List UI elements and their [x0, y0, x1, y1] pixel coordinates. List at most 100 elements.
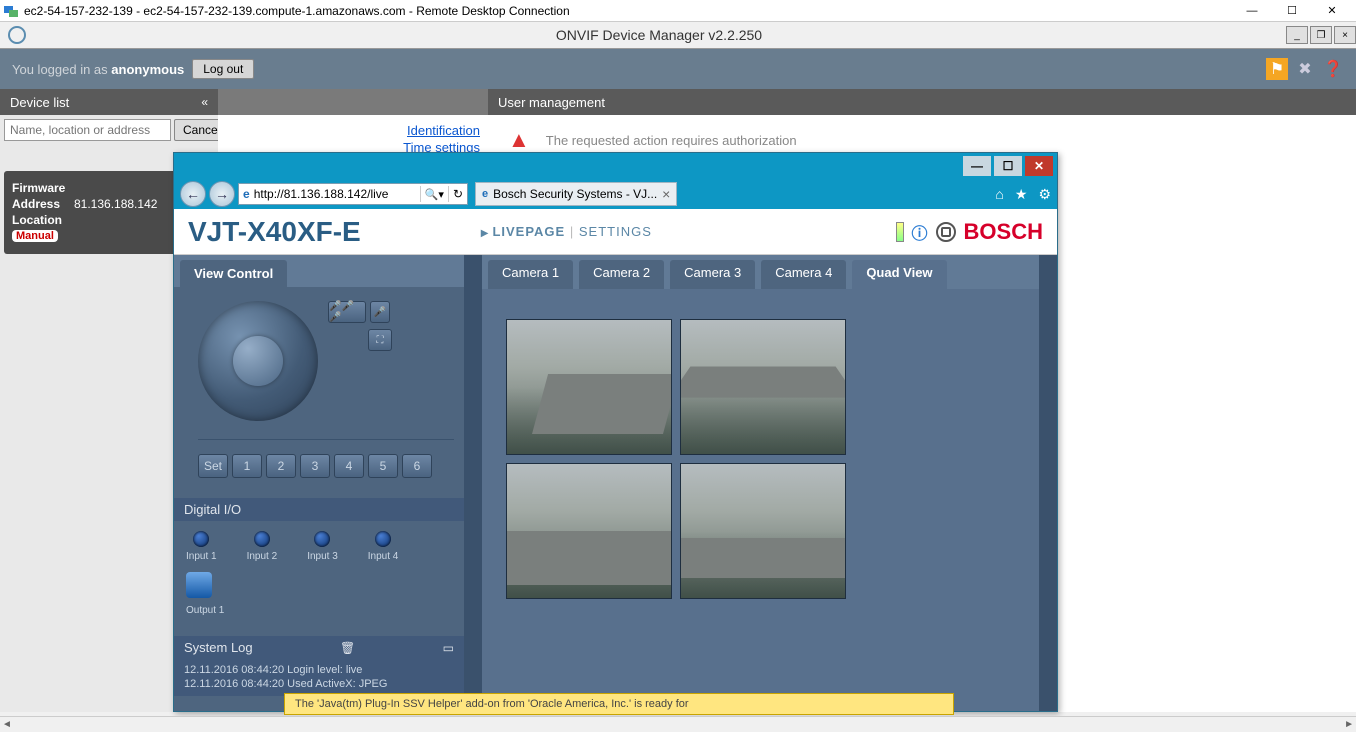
- triangle-icon: ▶: [481, 228, 490, 239]
- logout-button[interactable]: Log out: [192, 59, 254, 79]
- audio-button[interactable]: 🎤🎤🎤: [328, 301, 366, 323]
- tab-favicon-icon: e: [482, 188, 488, 200]
- page-nav: ▶LIVEPAGE | SETTINGS: [481, 224, 652, 239]
- main-scrollbar[interactable]: [1039, 255, 1057, 711]
- device-search-input[interactable]: [4, 119, 171, 141]
- favorites-icon[interactable]: ★: [1015, 186, 1028, 203]
- manual-badge: Manual: [12, 230, 58, 242]
- recording-indicator-icon: [896, 222, 904, 242]
- trash-icon[interactable]: 🗑: [334, 641, 355, 655]
- location-label: Location: [12, 213, 74, 227]
- camera-feed-3[interactable]: [506, 463, 672, 599]
- preset-3-button[interactable]: 3: [300, 454, 330, 478]
- mic-button[interactable]: 🎤: [370, 301, 390, 323]
- input-2: Input 2: [247, 531, 278, 562]
- camera-4-tab[interactable]: Camera 4: [761, 260, 846, 289]
- browser-tab[interactable]: e Bosch Security Systems - VJ... ×: [475, 182, 677, 206]
- preset-5-button[interactable]: 5: [368, 454, 398, 478]
- settings-icon[interactable]: ✖: [1294, 58, 1316, 80]
- preset-1-button[interactable]: 1: [232, 454, 262, 478]
- camera-2-tab[interactable]: Camera 2: [579, 260, 664, 289]
- help-icon[interactable]: ❓: [1322, 58, 1344, 80]
- log-line: 12.11.2016 08:44:20 Login level: live: [184, 663, 454, 677]
- scroll-right-icon[interactable]: ►: [1344, 719, 1354, 730]
- system-log-label: System Log: [184, 640, 253, 655]
- preset-4-button[interactable]: 4: [334, 454, 364, 478]
- onvif-close-button[interactable]: ×: [1334, 26, 1356, 44]
- preset-set-button[interactable]: Set: [198, 454, 228, 478]
- led-icon: [254, 531, 270, 547]
- onvif-minimize-button[interactable]: _: [1286, 26, 1308, 44]
- onvif-maximize-button[interactable]: ❐: [1310, 26, 1332, 44]
- rdp-title: ec2-54-157-232-139 - ec2-54-157-232-139.…: [24, 4, 1232, 18]
- collapse-icon[interactable]: «: [201, 95, 208, 109]
- search-icon[interactable]: 🔍▾: [425, 188, 444, 201]
- onvif-title: ONVIF Device Manager v2.2.250: [34, 27, 1284, 43]
- ie-logo-icon: e: [243, 187, 250, 201]
- main-view-area: Camera 1 Camera 2 Camera 3 Camera 4 Quad…: [482, 255, 1039, 711]
- ie-titlebar: — ☐ ✕: [174, 153, 1057, 179]
- quad-view-grid: [482, 289, 1039, 599]
- login-prefix: You logged in as: [12, 62, 111, 77]
- quad-view-tab[interactable]: Quad View: [852, 260, 946, 289]
- livepage-link[interactable]: LIVEPAGE: [492, 224, 565, 239]
- login-user: anonymous: [111, 62, 184, 77]
- led-icon: [375, 531, 391, 547]
- input-4-label: Input 4: [368, 551, 399, 562]
- tab-close-icon[interactable]: ×: [662, 186, 670, 202]
- home-icon[interactable]: ⌂: [995, 186, 1003, 202]
- identification-link[interactable]: Identification: [226, 123, 480, 138]
- back-button[interactable]: ←: [180, 181, 206, 207]
- info-icon[interactable]: ⓘ: [912, 220, 928, 244]
- address-label: Address: [12, 197, 74, 211]
- output-button-icon[interactable]: [186, 572, 212, 598]
- fullscreen-button[interactable]: ⛶: [368, 329, 392, 351]
- camera-feed-1[interactable]: [506, 319, 672, 455]
- settings-link[interactable]: SETTINGS: [579, 224, 652, 239]
- preset-6-button[interactable]: 6: [402, 454, 432, 478]
- camera-feed-2[interactable]: [680, 319, 846, 455]
- camera-tabs: Camera 1 Camera 2 Camera 3 Camera 4 Quad…: [482, 255, 1039, 289]
- url-text: http://81.136.188.142/live: [254, 187, 416, 201]
- onvif-toolbar: You logged in as anonymous Log out ⚑ ✖ ❓: [0, 49, 1356, 89]
- log-line: 12.11.2016 08:44:20 Used ActiveX: JPEG: [184, 677, 454, 691]
- device-list-label: Device list: [10, 95, 69, 110]
- address-value: 81.136.188.142: [74, 197, 157, 211]
- camera-1-tab[interactable]: Camera 1: [488, 260, 573, 289]
- user-mgmt-header: User management: [488, 89, 1356, 115]
- detail-header: [218, 89, 488, 115]
- device-list-header: Device list «: [0, 89, 218, 115]
- ptz-control-wheel[interactable]: [198, 301, 318, 421]
- sidebar-scrollbar[interactable]: [464, 255, 482, 711]
- ie-minimize-button[interactable]: —: [963, 156, 991, 176]
- rdp-minimize-button[interactable]: —: [1232, 0, 1272, 22]
- horizontal-scrollbar[interactable]: ◄ ►: [0, 716, 1356, 732]
- camera-feed-4[interactable]: [680, 463, 846, 599]
- rdp-maximize-button[interactable]: ☐: [1272, 0, 1312, 22]
- digital-io-header: Digital I/O: [174, 498, 464, 521]
- rdp-close-button[interactable]: ✕: [1312, 0, 1352, 22]
- system-log-body: 12.11.2016 08:44:20 Login level: live 12…: [174, 659, 464, 696]
- tools-icon[interactable]: ⚙: [1038, 186, 1051, 203]
- ie-maximize-button[interactable]: ☐: [994, 156, 1022, 176]
- onvif-titlebar: ONVIF Device Manager v2.2.250 _ ❐ ×: [0, 22, 1356, 49]
- address-bar[interactable]: e http://81.136.188.142/live 🔍▾ ↻: [238, 183, 468, 205]
- preset-2-button[interactable]: 2: [266, 454, 296, 478]
- popup-icon[interactable]: ▭: [437, 641, 454, 655]
- refresh-icon[interactable]: ↻: [453, 187, 463, 201]
- firmware-label: Firmware: [12, 181, 74, 195]
- input-3: Input 3: [307, 531, 338, 562]
- led-icon: [193, 531, 209, 547]
- tab-title: Bosch Security Systems - VJ...: [493, 187, 657, 201]
- ie-close-button[interactable]: ✕: [1025, 156, 1053, 176]
- apply-icon[interactable]: ⚑: [1266, 58, 1288, 80]
- scroll-left-icon[interactable]: ◄: [2, 719, 12, 730]
- system-log-header: System Log 🗑 ▭: [174, 636, 464, 659]
- output-1-label: Output 1: [186, 605, 224, 616]
- camera-3-tab[interactable]: Camera 3: [670, 260, 755, 289]
- output-1[interactable]: Output 1: [174, 572, 464, 626]
- view-control-tab[interactable]: View Control: [180, 260, 287, 287]
- forward-button[interactable]: →: [209, 181, 235, 207]
- addon-notification-bar[interactable]: The 'Java(tm) Plug-In SSV Helper' add-on…: [284, 693, 954, 715]
- warning-icon: ▲: [508, 127, 530, 153]
